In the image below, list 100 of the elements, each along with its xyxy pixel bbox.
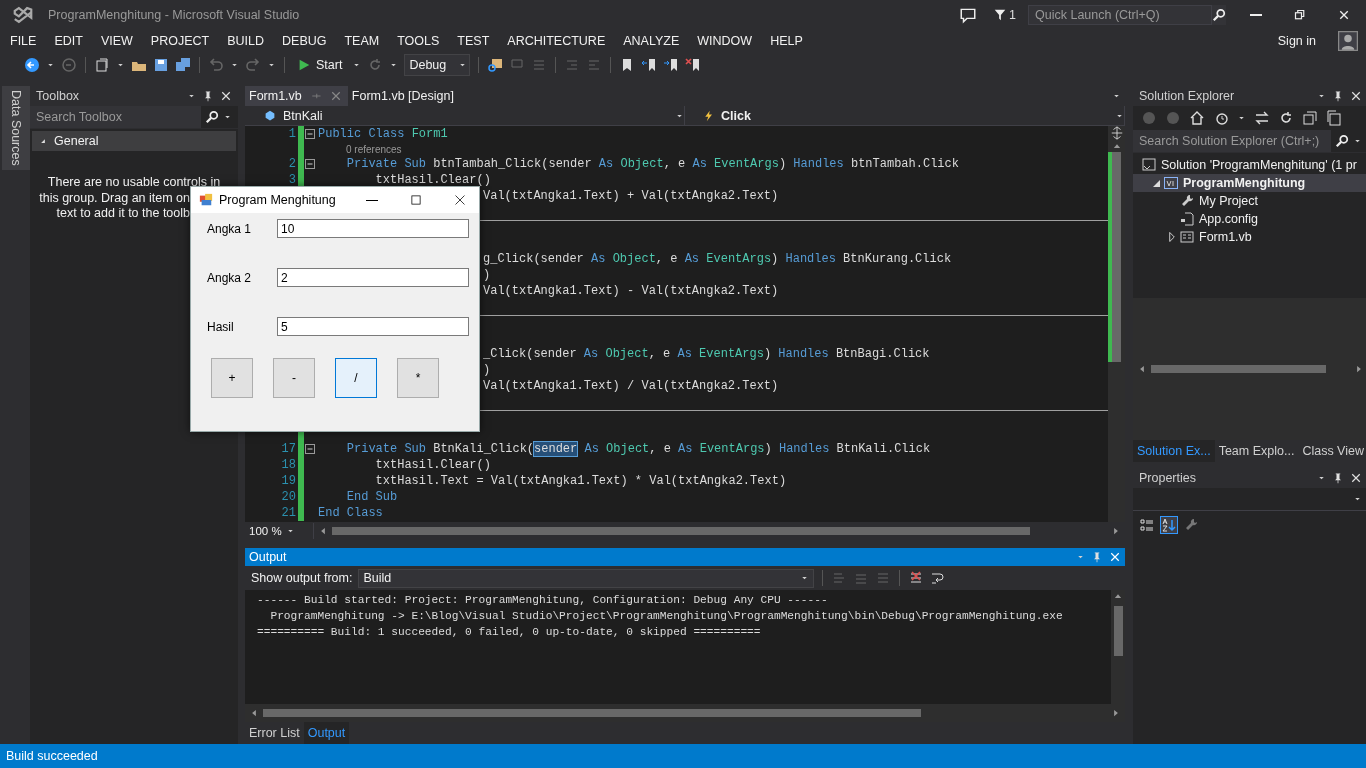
- line-number: 17: [280, 442, 297, 456]
- menu-item[interactable]: FILE: [4, 34, 43, 48]
- class-icon: [263, 108, 277, 123]
- operator-button[interactable]: *: [397, 358, 439, 398]
- document-tab[interactable]: Form1.vb [Design]: [347, 86, 460, 106]
- tree-item[interactable]: ProgramMenghitung: [1133, 174, 1366, 192]
- new-project-icon[interactable]: [94, 57, 110, 73]
- line-number: 18: [280, 458, 297, 472]
- menu-item[interactable]: ANALYZE: [617, 34, 686, 48]
- vb-project-icon[interactable]: [1163, 175, 1179, 191]
- collapse-icon[interactable]: [305, 129, 315, 139]
- search-icon[interactable]: [1212, 8, 1226, 22]
- window-title: ProgramMenghitung - Microsoft Visual Studio: [48, 8, 300, 22]
- categorized-icon[interactable]: [1139, 517, 1155, 533]
- split-icon[interactable]: [1109, 126, 1124, 140]
- collapse-icon[interactable]: [305, 159, 315, 169]
- panel-tab[interactable]: Team Explo...: [1214, 440, 1299, 462]
- solution-icon[interactable]: [1141, 157, 1157, 173]
- output-source-dropdown[interactable]: Build: [358, 568, 815, 588]
- operator-button[interactable]: -: [273, 358, 315, 398]
- tree-item[interactable]: Solution 'ProgramMenghitung' (1 pr: [1133, 156, 1366, 174]
- quick-launch-field[interactable]: Quick Launch (Ctrl+Q): [1028, 5, 1212, 25]
- search-icon[interactable]: [205, 110, 219, 124]
- menu-item[interactable]: TEAM: [338, 34, 386, 48]
- next-bookmark-icon[interactable]: [663, 57, 680, 73]
- clear-bookmarks-icon[interactable]: [685, 57, 702, 73]
- menu-item[interactable]: VIEW: [94, 34, 139, 48]
- undo-icon[interactable]: [208, 57, 224, 73]
- find-in-files-icon[interactable]: [487, 57, 504, 73]
- close-icon[interactable]: [1350, 90, 1362, 102]
- scroll-thumb[interactable]: [1151, 365, 1327, 373]
- menu-item[interactable]: PROJECT: [144, 34, 216, 48]
- operator-button[interactable]: +: [211, 358, 253, 398]
- home-icon[interactable]: [1189, 110, 1205, 126]
- refresh-icon[interactable]: [1278, 110, 1294, 126]
- tree-item[interactable]: My Project: [1133, 192, 1366, 210]
- panel-tab[interactable]: Output: [303, 722, 350, 744]
- back-icon[interactable]: [24, 57, 40, 73]
- panel-tab[interactable]: Error List: [245, 722, 304, 744]
- panel-tab[interactable]: Solution Ex...: [1133, 440, 1215, 462]
- menu-item[interactable]: EDIT: [48, 34, 89, 48]
- sync-icon[interactable]: [1254, 110, 1270, 126]
- search-icon[interactable]: [1335, 134, 1349, 148]
- side-tab[interactable]: Data Sources: [2, 86, 30, 170]
- forward-icon[interactable]: [61, 57, 77, 73]
- field-label: Angka 2: [207, 270, 253, 285]
- menu-item[interactable]: TEST: [451, 34, 496, 48]
- speech-bubble-icon[interactable]: [959, 6, 978, 24]
- search-field[interactable]: Search Toolbox: [30, 106, 201, 128]
- event-dropdown[interactable]: Click: [685, 106, 1125, 125]
- menu-item[interactable]: TOOLS: [391, 34, 446, 48]
- word-wrap-icon[interactable]: [930, 570, 947, 586]
- panel-title: Toolbox: [36, 89, 80, 103]
- code-line: Private Sub btnTambah_Click(sender As Object, e As EventArgs) Handles btnTambah.Click: [345, 157, 959, 171]
- configuration-dropdown[interactable]: Debug: [404, 54, 471, 76]
- text-field[interactable]: 5: [277, 317, 469, 336]
- reference-count[interactable]: 0 references: [318, 143, 402, 155]
- start-button[interactable]: Start: [293, 56, 347, 74]
- tree-item[interactable]: Form1.vb: [1133, 228, 1366, 246]
- sign-in-link[interactable]: Sign in: [1277, 34, 1316, 48]
- search-field[interactable]: Search Solution Explorer (Ctrl+;): [1133, 130, 1331, 152]
- previous-bookmark-icon[interactable]: [641, 57, 658, 73]
- scroll-thumb[interactable]: [332, 527, 1030, 535]
- menu-item[interactable]: HELP: [764, 34, 809, 48]
- menu-item[interactable]: BUILD: [221, 34, 270, 48]
- copy-files-icon[interactable]: [1326, 110, 1342, 126]
- history-icon[interactable]: [1213, 110, 1229, 126]
- save-icon[interactable]: [153, 57, 169, 73]
- config-file-icon[interactable]: [1179, 211, 1195, 227]
- form-file-icon[interactable]: [1179, 229, 1195, 245]
- text-field[interactable]: 10: [277, 219, 469, 238]
- operator-button[interactable]: /: [335, 358, 377, 398]
- empty-group-message: text to add it to the toolb: [56, 206, 190, 220]
- menu-item[interactable]: DEBUG: [276, 34, 333, 48]
- close-icon[interactable]: [1350, 472, 1362, 484]
- toolbox-group[interactable]: General: [32, 131, 236, 151]
- filter-icon[interactable]: [993, 8, 1008, 22]
- collapse-icon[interactable]: [305, 444, 315, 454]
- empty-group-message: this group. Drag an item on: [39, 190, 190, 205]
- code-line: g_Click(sender As Object, e As EventArgs) Handles BtnKurang.Click: [483, 252, 952, 266]
- output-line: ProgramMenghitung -> E:\Blog\Visual Studio\Project\ProgramMenghitung\ProgramMenghitung\bin\Debug\ProgramMenghitung.exe: [269, 609, 1064, 624]
- code-line: txtHasil.Clear(): [374, 173, 491, 187]
- member-dropdown[interactable]: BtnKali: [245, 106, 685, 125]
- scroll-thumb[interactable]: [263, 709, 922, 717]
- collapsed-icon[interactable]: [1169, 232, 1175, 242]
- menu-item[interactable]: WINDOW: [691, 34, 759, 48]
- save-all-icon[interactable]: [175, 57, 191, 73]
- menu-item[interactable]: ARCHITECTURE: [501, 34, 612, 48]
- redo-icon[interactable]: [245, 57, 261, 73]
- code-line: ): [483, 363, 491, 377]
- close-icon[interactable]: [220, 90, 232, 102]
- text-field[interactable]: 2: [277, 268, 469, 287]
- panel-tab[interactable]: Class View: [1298, 440, 1366, 462]
- minimize-icon: [366, 199, 378, 201]
- alphabetical-sort-icon[interactable]: [1161, 517, 1177, 533]
- avatar-icon[interactable]: [1338, 31, 1358, 51]
- collapse-all-icon[interactable]: [1302, 110, 1318, 126]
- tree-item[interactable]: App.config: [1133, 210, 1366, 228]
- expanded-icon[interactable]: [1152, 179, 1160, 187]
- zoom-dropdown[interactable]: 100 %: [245, 523, 314, 539]
